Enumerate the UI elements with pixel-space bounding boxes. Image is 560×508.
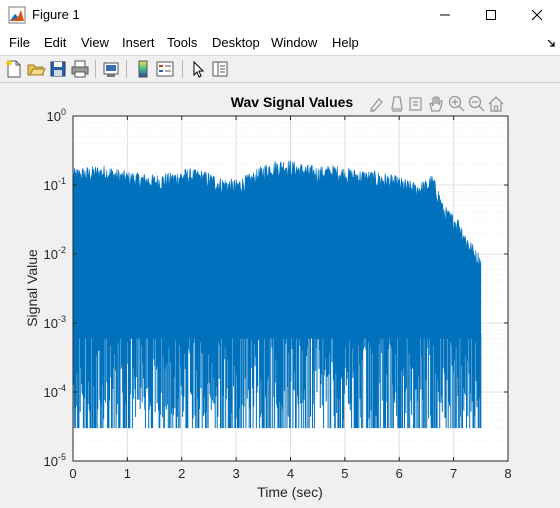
new-figure-icon[interactable] [4,59,24,79]
zoom-out-icon[interactable] [468,95,485,112]
minimize-button[interactable] [422,0,468,30]
menu-desktop[interactable]: Desktop [212,35,260,50]
insert-legend-icon[interactable] [155,59,175,79]
figure-toolbar [0,56,560,83]
save-icon[interactable] [48,59,68,79]
x-tick-label: 7 [450,466,457,481]
maximize-icon [486,10,496,20]
plot-svg: 0 1 2 3 4 5 6 7 8 100 10-1 10-2 10-3 10-… [24,94,512,500]
y-axis-label: Signal Value [24,249,40,327]
chart-title: Wav Signal Values [231,94,354,110]
toolbar-separator [126,60,127,78]
y-tick-label: 10-1 [44,176,66,193]
menu-bar: File Edit View Insert Tools Desktop Wind… [0,30,560,56]
pointer-icon[interactable] [188,59,208,79]
x-tick-label: 1 [124,466,131,481]
close-icon [531,9,543,21]
menu-help[interactable]: Help [332,35,359,50]
maximize-button[interactable] [468,0,514,30]
y-tick-label: 10-2 [44,245,66,262]
menu-tools[interactable]: Tools [167,35,197,50]
property-inspector-icon[interactable] [210,59,230,79]
y-tick-label: 100 [47,107,66,124]
window-title: Figure 1 [32,7,80,22]
minimize-icon [440,14,450,16]
x-tick-label: 4 [287,466,294,481]
x-tick-label: 3 [233,466,240,481]
close-button[interactable] [514,0,560,30]
insert-colorbar-icon[interactable] [133,59,153,79]
figure-canvas: 0 1 2 3 4 5 6 7 8 100 10-1 10-2 10-3 10-… [0,83,560,503]
menu-edit[interactable]: Edit [44,35,66,50]
x-axis-label: Time (sec) [257,484,323,500]
link-plot-icon[interactable] [101,59,121,79]
home-icon[interactable] [488,96,504,112]
x-tick-label: 5 [341,466,348,481]
toolbar-separator [95,60,96,78]
x-tick-label: 0 [69,466,76,481]
x-tick-label: 6 [396,466,403,481]
signal-series [72,160,482,429]
zoom-in-icon[interactable] [448,95,465,112]
brush-icon[interactable] [370,98,383,112]
axes-toolbar [370,95,504,112]
open-file-icon[interactable] [26,59,46,79]
menu-view[interactable]: View [81,35,109,50]
print-icon[interactable] [70,59,90,79]
y-tick-label: 10-4 [44,383,66,400]
x-tick-labels: 0 1 2 3 4 5 6 7 8 [69,466,511,481]
toolbar-separator [182,60,183,78]
menu-window[interactable]: Window [271,35,317,50]
y-tick-label: 10-3 [44,314,66,331]
x-tick-label: 8 [504,466,511,481]
y-tick-label: 10-5 [44,452,66,469]
y-tick-labels: 100 10-1 10-2 10-3 10-4 10-5 [44,107,66,469]
title-bar: Figure 1 [0,0,560,30]
data-tips-icon[interactable] [391,96,403,112]
menu-file[interactable]: File [9,35,30,50]
dock-arrow-icon[interactable] [546,38,556,48]
rotate-icon[interactable] [409,97,422,111]
matlab-logo-icon [8,6,26,24]
menu-insert[interactable]: Insert [122,35,155,50]
x-tick-label: 2 [178,466,185,481]
pan-icon[interactable] [429,96,443,112]
